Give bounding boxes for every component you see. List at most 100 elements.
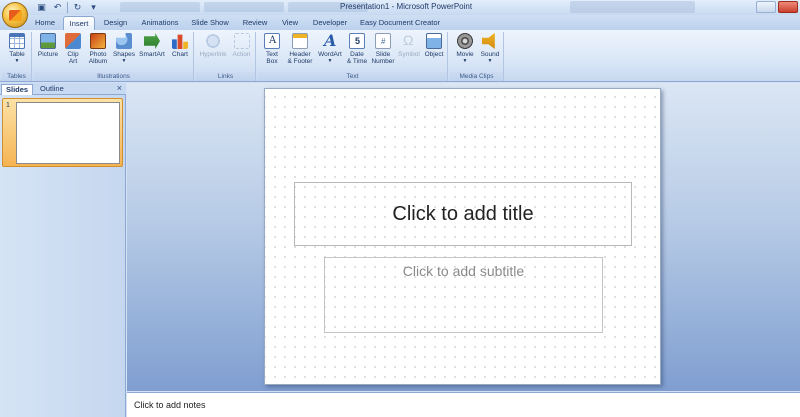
action-button[interactable]: Action [229,33,254,58]
button-label: Object [424,51,444,58]
button-label: Text Box [266,51,278,65]
save-icon[interactable]: ▣ [35,1,48,14]
object-button[interactable]: Object [422,33,446,58]
table-icon [9,33,25,49]
button-label: WordArt [318,51,342,58]
chart-button[interactable]: Chart [168,33,192,58]
symbol-button[interactable]: Symbol [397,32,421,58]
background-taskbar-tabs [120,2,368,12]
slide-number-icon [375,33,391,49]
button-label: Chart [172,51,188,58]
office-button[interactable] [2,2,28,28]
button-label: SmartArt [139,51,165,58]
window-title: Presentation1 - Microsoft PowerPoint [340,2,473,11]
background-window-tab [570,1,695,13]
tab-home[interactable]: Home [30,16,60,30]
button-label: Picture [37,51,59,58]
slide-number-button[interactable]: Slide Number [370,33,396,65]
tab-outline[interactable]: Outline [36,84,68,95]
picture-icon [40,33,56,49]
tab-design[interactable]: Design [99,16,132,30]
background-tab [120,2,200,12]
shapes-icon [116,33,132,49]
smartart-button[interactable]: SmartArt [137,33,167,58]
tab-slide-show[interactable]: Slide Show [188,16,232,30]
picture-button[interactable]: Picture [36,33,60,58]
tab-review[interactable]: Review [238,16,272,30]
tab-developer[interactable]: Developer [309,16,351,30]
hyperlink-button[interactable]: Hyperlink [198,33,228,58]
slide-canvas[interactable]: Click to add title Click to add subtitle [264,88,661,385]
chart-icon [172,34,188,49]
office-logo-icon [9,10,22,21]
title-placeholder[interactable]: Click to add title [294,182,632,246]
group-label: Illustrations [34,72,193,81]
minimize-button[interactable] [756,1,776,13]
textbox-icon [264,33,280,49]
ribbon: Table ▼ Tables Picture Clip Art Photo Al… [0,30,800,82]
button-label: Shapes [112,51,136,58]
header-footer-button[interactable]: Header & Footer [285,33,315,65]
button-label: Sound [480,51,500,58]
button-label: Hyperlink [199,51,227,58]
table-button[interactable]: Table ▼ [6,33,28,64]
button-label: Clip Art [67,51,79,65]
quick-access-toolbar: ▣ ↶ ↻ ▾ [32,1,100,14]
movie-button[interactable]: Movie ▼ [453,33,477,64]
toolbar-separator [67,2,68,13]
group-illustrations: Picture Clip Art Photo Album Shapes ▼ Sm… [34,32,194,81]
button-label: Header & Footer [287,51,313,65]
dropdown-arrow-icon: ▼ [327,58,333,64]
symbol-icon [401,32,417,49]
sound-button[interactable]: Sound ▼ [478,33,502,64]
tab-easy-document-creator[interactable]: Easy Document Creator [357,16,443,30]
tab-animations[interactable]: Animations [137,16,183,30]
tab-slides[interactable]: Slides [1,84,34,95]
object-icon [426,33,442,49]
notes-pane[interactable]: Click to add notes [127,392,800,417]
close-button[interactable] [778,1,798,13]
customize-toolbar-icon[interactable]: ▾ [87,1,100,14]
group-text: Text Box Header & Footer WordArt ▼ Date … [258,31,448,81]
tab-view[interactable]: View [277,16,303,30]
shapes-button[interactable]: Shapes ▼ [112,33,136,64]
slide-thumbnail[interactable] [16,102,120,164]
dropdown-arrow-icon: ▼ [121,58,127,64]
group-tables: Table ▼ Tables [2,32,32,81]
group-media-clips: Movie ▼ Sound ▼ Media Clips [450,32,504,81]
wordart-button[interactable]: WordArt ▼ [316,31,344,64]
tab-insert[interactable]: Insert [63,16,95,30]
redo-icon[interactable]: ↻ [71,1,84,14]
close-panel-icon[interactable]: × [117,83,122,93]
photo-album-button[interactable]: Photo Album [86,33,110,65]
group-label: Tables [2,72,31,81]
sound-icon [482,33,495,49]
undo-icon[interactable]: ↶ [51,1,64,14]
header-footer-icon [292,33,308,49]
group-links: Hyperlink Action Links [196,32,256,81]
title-bar: ▣ ↶ ↻ ▾ Presentation1 - Microsoft PowerP… [0,0,800,28]
subtitle-placeholder[interactable]: Click to add subtitle [324,257,603,333]
clipart-icon [65,33,81,49]
clip-art-button[interactable]: Clip Art [62,33,84,65]
button-label: Action [232,51,251,58]
slides-panel: Slides Outline × 1 [0,83,126,417]
action-icon [233,33,250,49]
slide-number: 1 [6,102,10,109]
text-box-button[interactable]: Text Box [261,33,283,65]
smartart-icon [144,33,160,49]
button-label: Symbol [398,51,420,58]
button-label: Table [9,51,25,58]
button-label: Date & Time [346,51,368,65]
photo-album-icon [90,33,106,49]
slide-thumbnail-item[interactable]: 1 [2,98,123,167]
button-label: Slide Number [371,51,395,65]
slide-editing-area: Click to add title Click to add subtitle [127,83,800,391]
date-time-button[interactable]: Date & Time [345,33,369,65]
notes-placeholder[interactable]: Click to add notes [134,400,206,410]
window-controls [756,1,798,13]
dropdown-arrow-icon: ▼ [14,58,20,64]
background-tab [204,2,284,12]
button-label: Movie [456,51,474,58]
dropdown-arrow-icon: ▼ [487,58,493,64]
